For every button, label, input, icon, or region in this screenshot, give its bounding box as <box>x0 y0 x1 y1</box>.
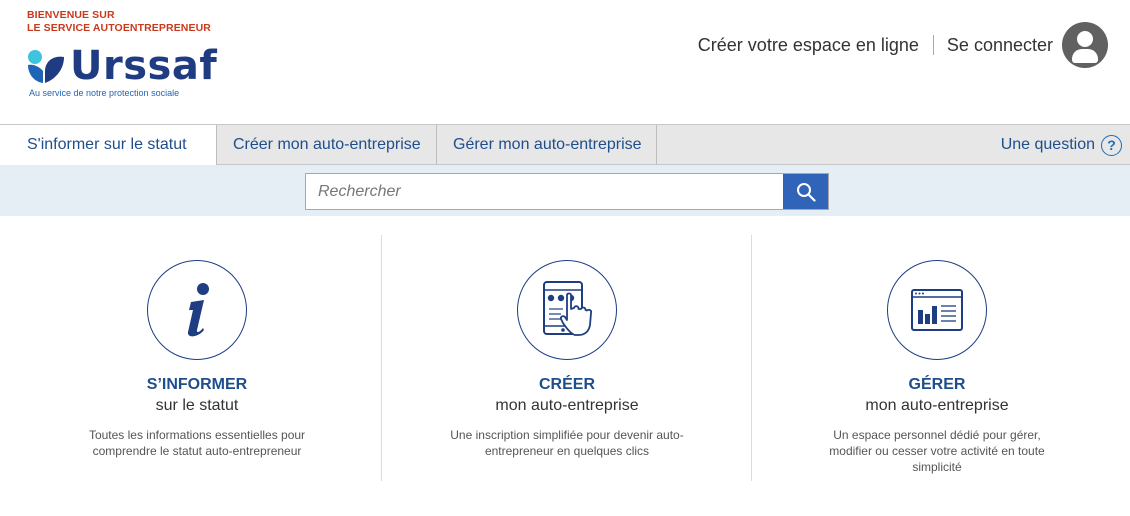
user-icon[interactable] <box>1062 22 1108 68</box>
card-title: CRÉER <box>538 376 595 393</box>
logo-wordmark: Urssaf <box>70 43 218 89</box>
logo-tagline: Au service de notre protection sociale <box>29 88 180 98</box>
nav-item-gerer[interactable]: Gérer mon auto-entreprise <box>436 125 656 165</box>
account-links: Créer votre espace en ligne Se connecter <box>698 22 1108 68</box>
welcome-text: BIENVENUE SUR LE SERVICE AUTOENTREPRENEU… <box>27 9 211 35</box>
card-description: Un espace personnel dédié pour gérer, mo… <box>829 428 1045 474</box>
card-title: S’INFORMER <box>146 376 248 393</box>
card-subtitle: mon auto-entreprise <box>495 397 639 414</box>
question-link[interactable]: Une question ? <box>1001 125 1122 165</box>
login-link[interactable]: Se connecter <box>947 35 1053 56</box>
welcome-line-1: BIENVENUE SUR <box>27 9 115 21</box>
main-nav: S'informer sur le statut Créer mon auto-… <box>0 124 1130 165</box>
card-description: Toutes les informations essentielles pou… <box>88 428 306 458</box>
card-title: GÉRER <box>908 376 966 393</box>
card-gerer[interactable]: GÉRER mon auto-entreprise Un espace pers… <box>747 235 1127 481</box>
search-input[interactable] <box>306 174 783 209</box>
search-icon <box>796 182 816 202</box>
question-label: Une question <box>1000 136 1095 153</box>
card-informer[interactable]: S’INFORMER sur le statut Toutes les info… <box>7 235 387 481</box>
create-space-link[interactable]: Créer votre espace en ligne <box>698 35 919 56</box>
site-header: BIENVENUE SUR LE SERVICE AUTOENTREPRENEU… <box>0 0 1130 124</box>
help-icon: ? <box>1101 134 1122 156</box>
nav-item-informer[interactable]: S'informer sur le statut <box>0 125 216 165</box>
urssaf-logo-icon <box>28 50 64 83</box>
card-subtitle: sur le statut <box>155 397 239 414</box>
urssaf-logo[interactable]: Urssaf <box>26 46 217 86</box>
nav-divider <box>656 125 657 165</box>
nav-item-creer[interactable]: Créer mon auto-entreprise <box>216 125 436 165</box>
card-creer[interactable]: CRÉER mon auto-entreprise Une inscriptio… <box>377 235 757 481</box>
link-divider <box>932 35 934 55</box>
card-description: Une inscription simplifiée pour devenir … <box>450 428 684 458</box>
card-subtitle: mon auto-entreprise <box>865 397 1009 414</box>
dashboard-chart-icon <box>887 260 987 360</box>
welcome-line-2: LE SERVICE AUTOENTREPRENEUR <box>27 22 211 34</box>
info-icon <box>147 260 247 360</box>
search-form <box>305 173 829 210</box>
search-band <box>0 165 1130 216</box>
search-button[interactable] <box>783 174 828 209</box>
feature-cards: S’INFORMER sur le statut Toutes les info… <box>0 235 1130 481</box>
tablet-touch-icon <box>517 260 617 360</box>
